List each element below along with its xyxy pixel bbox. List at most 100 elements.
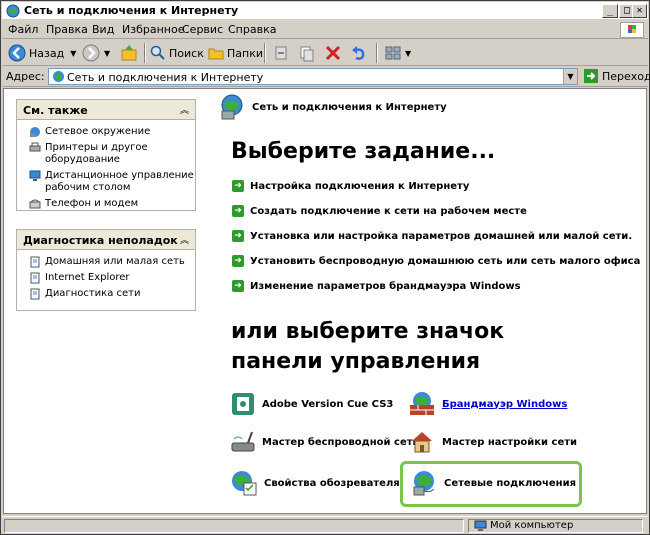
folder-icon	[208, 48, 224, 60]
status-cell	[4, 519, 464, 533]
status-bar: Мой компьютер	[2, 516, 648, 534]
internet-options-icon	[232, 471, 257, 496]
control-panel-item[interactable]: Свойства обозревателя	[230, 469, 400, 497]
explorer-window: Сеть и подключения к Интернету _ □ ✕ Фай…	[0, 0, 650, 535]
forward-button[interactable]: ▼	[82, 42, 110, 64]
chevron-down-icon: ▼	[70, 48, 77, 58]
category-title: Сеть и подключения к Интернету	[252, 101, 447, 113]
toolbar-separator	[376, 43, 378, 63]
task-link[interactable]: ➜ Изменение параметров брандмауэра Window…	[232, 280, 521, 292]
category-header: Сеть и подключения к Интернету	[218, 93, 447, 121]
menu-edit[interactable]: Правка	[46, 23, 88, 36]
menu-favorites[interactable]: Избранное	[122, 23, 184, 36]
see-also-item[interactable]: Принтеры и другое оборудование	[17, 142, 195, 166]
copy-to-button[interactable]	[298, 42, 316, 64]
help-document-icon	[30, 256, 40, 268]
network-globe-icon	[53, 71, 64, 82]
task-link[interactable]: ➜ Установка или настройка параметров дома…	[232, 230, 632, 242]
menu-view[interactable]: Вид	[92, 23, 114, 36]
green-arrow-icon: ➜	[232, 230, 244, 242]
firewall-icon	[410, 392, 434, 415]
menu-bar: Файл Правка Вид Избранное Сервис Справка	[2, 21, 648, 39]
title-bar: Сеть и подключения к Интернету _ □ ✕	[2, 2, 648, 20]
address-dropdown[interactable]: ▼	[563, 69, 577, 84]
address-field[interactable]: Сеть и подключения к Интернету ▼	[48, 68, 578, 85]
see-also-panel: См. также ︽ Сетевое окружение Принтеры и…	[16, 99, 196, 211]
control-panel-item[interactable]: Брандмауэр Windows	[408, 391, 567, 417]
network-globe-icon	[6, 4, 20, 18]
content-area: См. также ︽ Сетевое окружение Принтеры и…	[3, 88, 647, 514]
control-panel-item[interactable]: Мастер настройки сети	[408, 429, 577, 455]
toolbar-separator	[264, 43, 266, 63]
help-document-icon	[30, 288, 40, 300]
see-also-item[interactable]: Телефон и модем	[17, 198, 195, 210]
network-globe-icon	[221, 94, 243, 120]
task-link[interactable]: ➜ Установить беспроводную домашнюю сеть и…	[232, 255, 640, 267]
move-to-icon	[275, 46, 287, 60]
menu-file[interactable]: Файл	[8, 23, 38, 36]
chevron-down-icon: ▼	[104, 48, 111, 58]
delete-x-icon	[325, 45, 341, 61]
troubleshoot-header[interactable]: Диагностика неполадок ︽	[17, 230, 195, 250]
see-also-header[interactable]: См. также ︽	[17, 100, 195, 120]
see-also-item[interactable]: Сетевое окружение	[17, 126, 195, 138]
folders-button[interactable]: Папки	[208, 42, 263, 64]
toolbar-separator	[144, 43, 146, 63]
close-button[interactable]: ✕	[632, 4, 647, 18]
see-also-item[interactable]: Дистанционное управление рабочим столом	[17, 170, 195, 194]
minimize-button[interactable]: _	[602, 4, 618, 18]
views-icon	[385, 46, 401, 60]
status-text: Мой компьютер	[490, 520, 574, 531]
undo-button[interactable]	[350, 42, 368, 64]
back-arrow-icon	[8, 44, 26, 62]
toolbar: Назад ▼ ▼ Поиск Папки ▼	[2, 40, 648, 66]
up-folder-button[interactable]	[120, 42, 138, 64]
control-panel-item[interactable]: Мастер беспроводной сети	[230, 429, 420, 455]
collapse-chevron-icon[interactable]: ︽	[180, 103, 189, 116]
chevron-down-icon: ▼	[405, 48, 412, 58]
collapse-chevron-icon[interactable]: ︽	[180, 233, 189, 246]
home-network-icon	[412, 432, 432, 453]
control-panel-item[interactable]: Adobe Version Cue CS3	[230, 391, 393, 417]
my-computer-icon	[474, 520, 487, 531]
selection-highlight	[400, 461, 582, 507]
views-button[interactable]: ▼	[384, 42, 411, 64]
task-link[interactable]: ➜ Настройка подключения к Интернету	[232, 180, 469, 192]
menu-help[interactable]: Справка	[228, 23, 276, 36]
move-to-button[interactable]	[272, 42, 290, 64]
go-arrow-icon	[584, 69, 598, 83]
windows-logo-icon	[620, 22, 644, 38]
green-arrow-icon: ➜	[232, 205, 244, 217]
address-label: Адрес:	[6, 70, 45, 83]
menu-tools[interactable]: Сервис	[182, 23, 223, 36]
go-button[interactable]: Переход	[584, 69, 650, 83]
task-link[interactable]: ➜ Создать подключение к сети на рабочем м…	[232, 205, 527, 217]
delete-button[interactable]	[324, 42, 342, 64]
troubleshoot-item[interactable]: Домашняя или малая сеть	[17, 256, 195, 268]
troubleshoot-item[interactable]: Диагностика сети	[17, 288, 195, 300]
phone-modem-icon	[29, 199, 41, 209]
window-title: Сеть и подключения к Интернету	[24, 4, 239, 17]
search-icon	[150, 45, 165, 60]
printer-icon	[29, 142, 41, 152]
copy-to-icon	[300, 46, 314, 62]
wireless-icon	[231, 431, 255, 452]
undo-icon	[352, 46, 365, 60]
help-document-icon	[30, 272, 40, 284]
troubleshoot-item[interactable]: Internet Explorer	[17, 272, 195, 284]
go-label: Переход	[602, 69, 650, 83]
network-places-icon	[30, 127, 40, 137]
up-folder-icon	[121, 45, 137, 61]
address-value: Сеть и подключения к Интернету	[67, 71, 264, 84]
remote-desktop-icon	[29, 170, 41, 181]
forward-arrow-icon	[82, 44, 100, 62]
pick-icon-heading: или выберите значок панели управления	[231, 319, 505, 374]
back-button[interactable]: Назад ▼	[8, 42, 76, 64]
address-bar: Адрес: Сеть и подключения к Интернету ▼ …	[2, 67, 650, 87]
search-button[interactable]: Поиск	[150, 42, 204, 64]
adobe-cue-icon	[232, 393, 254, 415]
green-arrow-icon: ➜	[232, 280, 244, 292]
pick-task-heading: Выберите задание...	[231, 139, 496, 164]
troubleshoot-panel: Диагностика неполадок ︽ Домашняя или мал…	[16, 229, 196, 311]
green-arrow-icon: ➜	[232, 255, 244, 267]
